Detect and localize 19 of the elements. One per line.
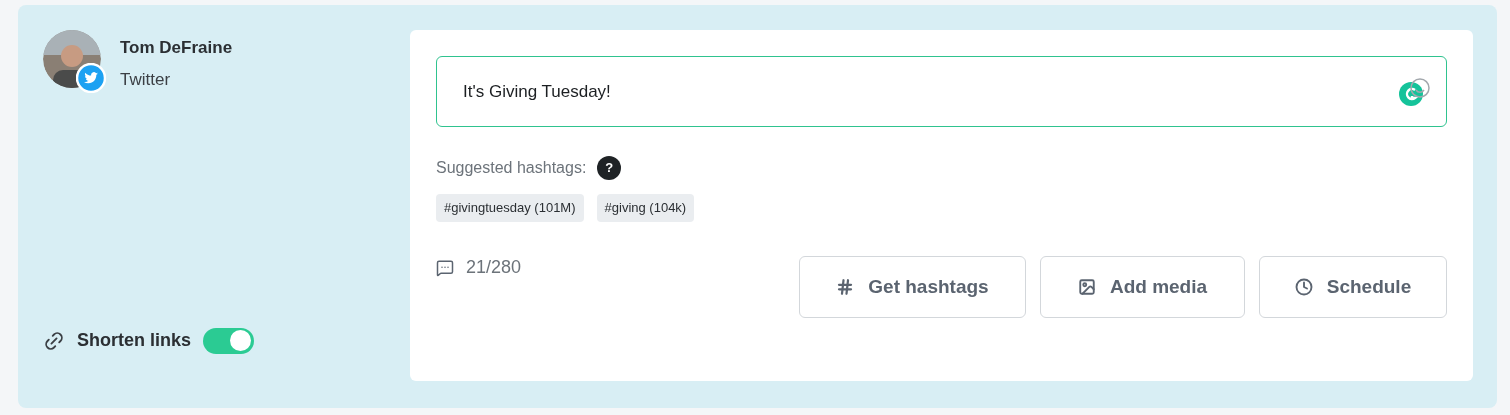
hashtag-chip[interactable]: #givingtuesday (101M) bbox=[436, 194, 584, 222]
comment-icon bbox=[436, 258, 454, 277]
post-text-field[interactable]: It's Giving Tuesday! bbox=[436, 56, 1447, 127]
action-button[interactable]: Schedule bbox=[1259, 256, 1447, 318]
help-button[interactable]: ? bbox=[597, 156, 622, 180]
network-name: Twitter bbox=[120, 68, 172, 91]
action-button[interactable]: Get hashtags bbox=[799, 256, 1026, 318]
grammar-assistant-icon[interactable] bbox=[1398, 76, 1432, 107]
action-button[interactable]: Add media bbox=[1040, 256, 1245, 318]
account-name: Tom DeFraine bbox=[120, 37, 233, 59]
character-count: 21/280 bbox=[466, 256, 522, 279]
shorten-links-label: Shorten links bbox=[77, 329, 192, 352]
suggested-hashtags-label: Suggested hashtags: bbox=[436, 158, 587, 178]
bird-icon bbox=[76, 63, 106, 93]
clock-icon bbox=[1294, 278, 1313, 296]
hashtag-chip[interactable]: #giving (104k) bbox=[596, 194, 695, 222]
shorten-links-toggle[interactable] bbox=[203, 327, 255, 354]
image-icon bbox=[1077, 278, 1096, 296]
hash-icon bbox=[836, 278, 855, 296]
